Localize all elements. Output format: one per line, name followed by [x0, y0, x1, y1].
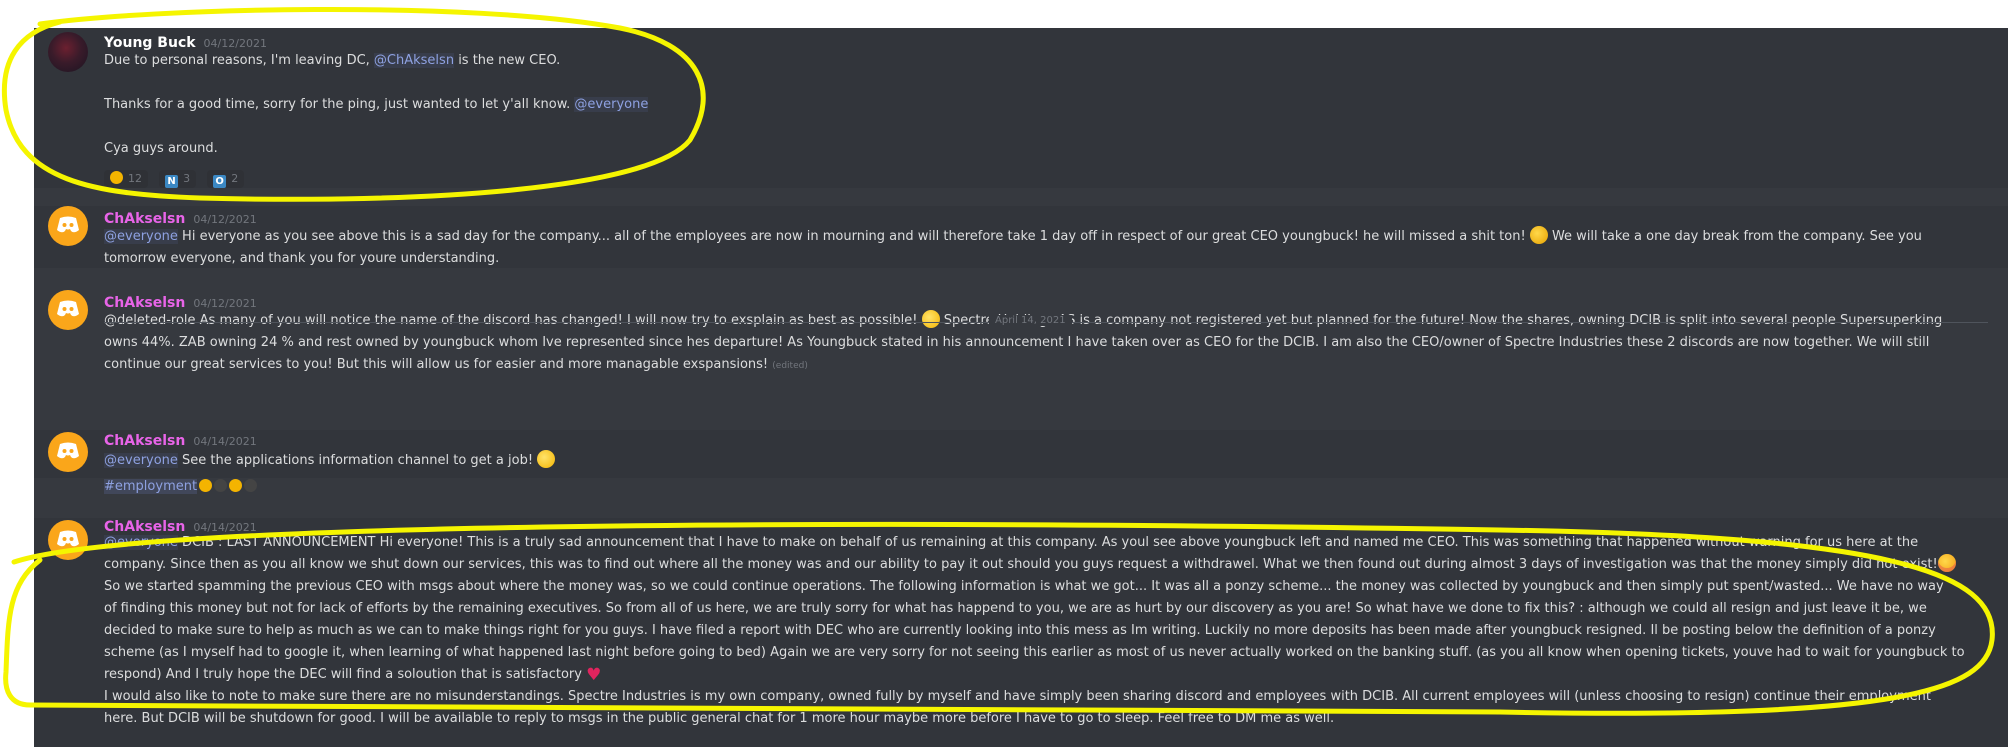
message-header: ChAkselsn 04/12/2021 [104, 292, 257, 311]
message-text: @deleted-role As many of you will notice… [104, 313, 922, 328]
message-text: here. But DCIB will be shutdown for good… [104, 711, 1335, 726]
message-text: Hi everyone as you see above this is a s… [177, 229, 1530, 244]
message-text: DCIB : LAST ANNOUNCEMENT Hi everyone! Th… [177, 535, 1919, 550]
message-text: is the new CEO. [454, 53, 561, 68]
avatar[interactable] [48, 32, 88, 72]
message-text: So we started spamming the previous CEO … [104, 579, 1944, 594]
reactions-bar: 12 N3 O2 [104, 167, 250, 188]
discord-logo-icon [57, 530, 79, 547]
message-header: ChAkselsn 04/14/2021 [104, 430, 257, 449]
message-header: Young Buck 04/12/2021 [104, 32, 267, 51]
message-text: Due to personal reasons, I'm leaving DC, [104, 53, 374, 68]
sweat-smile-icon [921, 310, 940, 328]
reaction-count: 12 [128, 172, 142, 185]
user-mention[interactable]: @ChAkselsn [373, 53, 455, 68]
letter-o-icon: O [213, 175, 227, 188]
message-text: continue our great services to you! But … [104, 357, 773, 372]
message-line: #employment [104, 476, 1978, 498]
flushed-face-icon [1937, 554, 1956, 572]
graduation-cap-icon [214, 479, 228, 492]
timestamp: 04/12/2021 [193, 213, 257, 226]
message-chakselsn[interactable]: ChAkselsn 04/14/2021 @everyone See the ap… [34, 430, 2008, 494]
timestamp: 04/12/2021 [203, 37, 267, 50]
message-line: Due to personal reasons, I'm leaving DC,… [104, 50, 1978, 72]
edited-label: (edited) [772, 361, 808, 371]
username[interactable]: ChAkselsn [104, 295, 185, 311]
avatar[interactable] [48, 206, 88, 246]
message-text: scheme (as I myself had to google it, wh… [104, 645, 1965, 660]
message-youngbuck[interactable]: Young Buck 04/12/2021 Due to personal rea… [34, 28, 2008, 188]
reaction-letter-o[interactable]: O2 [207, 170, 245, 188]
message-line: @everyone Hi everyone as you see above t… [104, 226, 1978, 248]
message-text: respond) And I truly hope the DEC will f… [104, 667, 587, 682]
face-icon [229, 479, 243, 492]
everyone-mention[interactable]: @everyone [104, 453, 178, 468]
avatar[interactable] [48, 290, 88, 330]
message-text: tomorrow everyone, and thank you for you… [104, 251, 500, 266]
avatar[interactable] [48, 432, 88, 472]
date-divider-label: April 14, 2021 [989, 315, 1072, 326]
graduation-cap-icon [244, 479, 258, 492]
letter-n-icon: N [165, 175, 179, 188]
message-text: We will take a one day break from the co… [1547, 229, 1922, 244]
username[interactable]: ChAkselsn [104, 211, 185, 227]
chat-view: Young Buck 04/12/2021 Due to personal rea… [34, 28, 2008, 747]
username[interactable]: Young Buck [104, 35, 196, 51]
crying-face-icon [1529, 226, 1548, 244]
message-chakselsn[interactable]: ChAkselsn 04/14/2021 @everyone DCIB : LAS… [34, 518, 2008, 747]
discord-logo-icon [57, 442, 79, 459]
message-text: of finding this money but not for lack o… [104, 601, 1927, 616]
message-chakselsn[interactable]: ChAkselsn 04/12/2021 @everyone Hi everyon… [34, 206, 2008, 268]
reaction-count: 3 [183, 172, 191, 185]
face-icon [199, 479, 213, 492]
message-text: Thanks for a good time, sorry for the pi… [104, 97, 575, 112]
reaction-crying-face[interactable]: 12 [104, 170, 148, 188]
avatar[interactable] [48, 520, 88, 560]
everyone-mention[interactable]: @everyone [574, 97, 649, 112]
message-line: Thanks for a good time, sorry for the pi… [104, 94, 1978, 116]
reaction-count: 2 [231, 172, 239, 185]
timestamp: 04/14/2021 [193, 435, 257, 448]
crying-face-icon [110, 171, 123, 184]
grinning-face-icon [537, 450, 556, 468]
timestamp: 04/12/2021 [193, 297, 257, 310]
message-line: company. Since then as you all know we s… [104, 554, 1978, 576]
channel-link-employment[interactable]: #employment [104, 479, 198, 494]
message-line: respond) And I truly hope the DEC will f… [104, 664, 1978, 686]
message-text: decided to make sure to help as much as … [104, 623, 1936, 638]
message-line: @everyone See the applications informati… [104, 450, 1978, 472]
message-line: continue our great services to you! But … [104, 354, 1978, 377]
message-line: @everyone DCIB : LAST ANNOUNCEMENT Hi ev… [104, 532, 1978, 554]
message-text: owns 44%. ZAB owning 24 % and rest owned… [104, 335, 1930, 350]
discord-logo-icon [57, 216, 79, 233]
reaction-letter-n[interactable]: N3 [159, 170, 197, 188]
everyone-mention[interactable]: @everyone [104, 535, 178, 550]
message-text: Cya guys around. [104, 141, 218, 156]
message-chakselsn[interactable]: ChAkselsn 04/12/2021 @deleted-role As man… [34, 290, 2008, 377]
discord-logo-icon [57, 300, 79, 317]
red-heart-icon: ♥ [586, 665, 602, 685]
message-text: company. Since then as you all know we s… [104, 557, 1938, 572]
message-text: See the applications information channel… [177, 453, 538, 468]
message-header: ChAkselsn 04/12/2021 [104, 208, 257, 227]
message-text: Spectre Holdings AS is a company not reg… [939, 313, 1943, 328]
everyone-mention[interactable]: @everyone [104, 229, 178, 244]
message-text: I would also like to note to make sure t… [104, 689, 1931, 704]
username[interactable]: ChAkselsn [104, 433, 185, 449]
